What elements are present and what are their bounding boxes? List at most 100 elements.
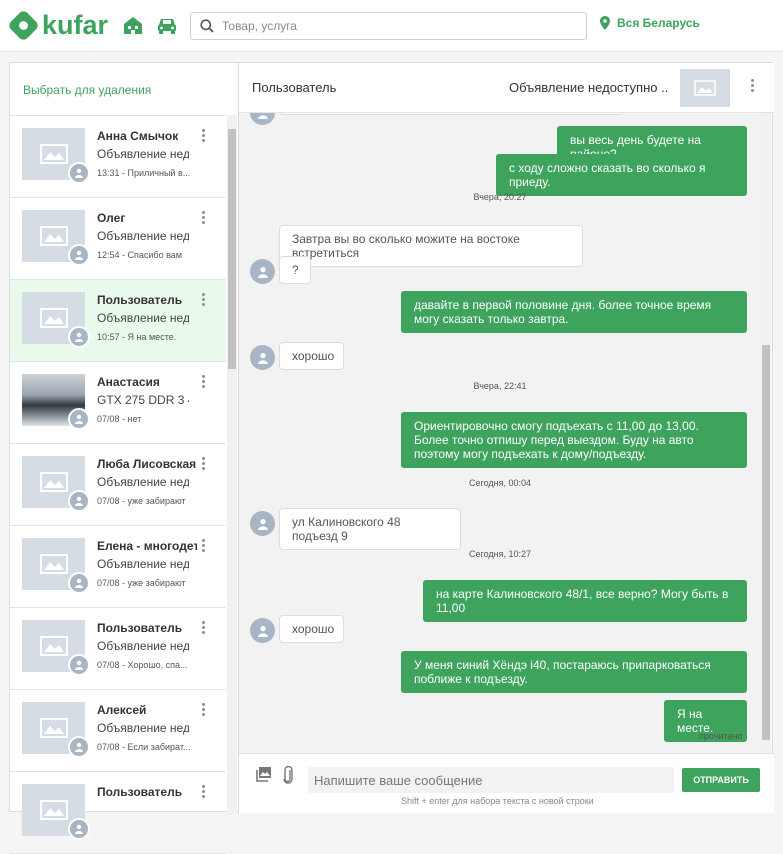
conversation-menu-icon[interactable] <box>202 703 206 718</box>
search-box[interactable] <box>190 12 587 40</box>
conversation-menu-icon[interactable] <box>202 539 206 554</box>
conversation-last-message: 13:31 - Приличный в... <box>97 168 191 178</box>
conversation-name: Олег <box>97 211 126 225</box>
message-input[interactable] <box>308 767 674 793</box>
conversation-menu-icon[interactable] <box>202 211 206 226</box>
conversation-last-message: 10:57 - Я на месте. <box>97 332 177 342</box>
paperclip-icon[interactable] <box>282 766 294 784</box>
chat-ad-title[interactable]: Объявление недоступно ... <box>509 80 669 95</box>
conversation-item[interactable]: Анастасия GTX 275 DDR 3 448 07/08 - нет <box>10 362 226 444</box>
conversation-last-message: 07/08 - нет <box>97 414 142 424</box>
conversation-name: Елена - многодетная <box>97 539 197 553</box>
incoming-message: ул Калиновского 48 подъезд 9 <box>279 508 461 550</box>
conversation-menu-icon[interactable] <box>202 785 206 800</box>
conversation-item[interactable]: Пользователь <box>10 772 226 854</box>
message-history: вы весь день будете на районе?с ходу сло… <box>239 113 761 753</box>
sidebar-scrollbar[interactable] <box>227 115 237 815</box>
conversation-name: Анастасия <box>97 375 160 389</box>
conversation-item[interactable]: Алексей Объявление недоступно 07/08 - Если… <box>10 690 226 772</box>
incoming-message: ? <box>279 256 311 284</box>
date-separator: Вчера, 20:27 <box>473 192 527 202</box>
conversation-ad-title: GTX 275 DDR 3 448 <box>97 393 189 407</box>
incoming-message <box>279 113 624 115</box>
conversation-name: Алексей <box>97 703 147 717</box>
user-avatar-icon <box>68 490 90 512</box>
conversation-item[interactable]: Люба Лисовская Объявление недоступно 07/08… <box>10 444 226 526</box>
conversation-item[interactable]: Пользователь Объявление недоступно 07/08 -… <box>10 608 226 690</box>
user-avatar-icon <box>68 818 90 840</box>
conversation-menu-icon[interactable] <box>202 129 206 144</box>
conversation-last-message: 07/08 - Хорошо, спа... <box>97 660 188 670</box>
incoming-message: хорошо <box>279 615 344 643</box>
conversation-item[interactable]: Олег Объявление недоступно 12:54 - Спасибо… <box>10 198 226 280</box>
image-placeholder-icon <box>39 472 68 492</box>
incoming-message: хорошо <box>279 342 344 370</box>
chat-scrollbar[interactable] <box>761 113 771 753</box>
conversation-last-message: 07/08 - уже забирают <box>97 496 186 506</box>
date-separator: Сегодня, 00:04 <box>468 478 531 488</box>
chat-menu-icon[interactable] <box>751 79 755 94</box>
sidebar-scrollbar-thumb[interactable] <box>228 129 236 369</box>
search-input[interactable] <box>222 17 572 35</box>
conversation-item[interactable]: Елена - многодетная Объявление недоступно… <box>10 526 226 608</box>
conversation-name: Пользователь <box>97 621 183 635</box>
realty-icon[interactable] <box>122 15 144 35</box>
kufar-logo[interactable]: kufar <box>7 8 109 42</box>
user-avatar-icon <box>250 511 275 536</box>
conversation-list: Анна Смычок Объявление недоступно 13:31 - … <box>10 115 226 854</box>
image-placeholder-icon <box>39 144 68 164</box>
user-avatar-icon <box>250 345 275 370</box>
search-icon[interactable] <box>200 19 214 33</box>
outgoing-message: на карте Калиновского 48/1, все верно? М… <box>423 580 747 622</box>
user-avatar-icon <box>250 259 275 284</box>
conversation-item[interactable]: Пользователь Объявление недоступно 10:57 -… <box>10 280 226 362</box>
outgoing-message: Ориентировочно смогу подъехать с 11,00 д… <box>401 412 747 468</box>
location-selector[interactable]: Вся Беларусь <box>600 16 700 30</box>
conversation-last-message: 07/08 - уже забирают <box>97 578 186 588</box>
conversation-ad-title: Объявление недоступно <box>97 311 189 325</box>
image-placeholder-icon <box>39 718 68 738</box>
car-icon[interactable] <box>156 15 178 35</box>
chat-header: Пользователь Объявление недоступно ... <box>239 63 774 113</box>
messages-panel: Выбрать для удаления Анна Смычок Объявлен… <box>9 62 774 854</box>
conversation-menu-icon[interactable] <box>202 293 206 308</box>
user-avatar-icon <box>68 162 90 184</box>
conversation-menu-icon[interactable] <box>202 457 206 472</box>
image-placeholder-icon <box>39 554 68 574</box>
select-for-delete-link[interactable]: Выбрать для удаления <box>23 83 151 97</box>
conversation-ad-title: Объявление недоступно <box>97 229 189 243</box>
ad-thumbnail[interactable] <box>680 69 730 107</box>
logo-mark-icon <box>7 8 40 42</box>
location-label: Вся Беларусь <box>617 16 700 30</box>
incoming-message: Завтра вы во сколько можите на востоке в… <box>279 225 583 267</box>
user-avatar-icon <box>68 736 90 758</box>
conversation-menu-icon[interactable] <box>202 621 206 636</box>
chat-scrollbar-thumb[interactable] <box>762 345 770 740</box>
conversation-name: Пользователь <box>97 293 183 307</box>
conversation-item[interactable]: Анна Смычок Объявление недоступно 13:31 - … <box>10 116 226 198</box>
user-avatar-icon <box>68 572 90 594</box>
conversation-ad-title: Объявление недоступно <box>97 721 189 735</box>
chat-area: Пользователь Объявление недоступно ... в… <box>239 63 774 813</box>
image-placeholder-icon <box>39 636 68 656</box>
date-separator: Вчера, 22:41 <box>473 381 527 391</box>
location-pin-icon <box>600 16 610 30</box>
image-placeholder-icon <box>39 308 68 328</box>
conversation-ad-title: Объявление недоступно <box>97 475 189 489</box>
user-avatar-icon <box>250 618 275 643</box>
user-avatar-icon <box>68 244 90 266</box>
outgoing-message: давайте в первой половине дня. более точ… <box>401 291 747 333</box>
user-avatar-icon <box>68 326 90 348</box>
image-attach-icon[interactable] <box>256 766 272 782</box>
image-placeholder-icon <box>39 226 68 246</box>
send-button[interactable]: ОТПРАВИТЬ <box>682 768 760 792</box>
conversation-last-message: 07/08 - Если забират... <box>97 742 191 752</box>
user-avatar-icon <box>68 654 90 676</box>
conversation-menu-icon[interactable] <box>202 375 206 390</box>
chat-user-name[interactable]: Пользователь <box>252 80 336 95</box>
conversation-name: Анна Смычок <box>97 129 179 143</box>
conversation-ad-title: Объявление недоступно <box>97 147 189 161</box>
conversation-last-message: 12:54 - Спасибо вам <box>97 250 182 260</box>
user-avatar-icon <box>68 408 90 430</box>
logo-text: kufar <box>42 10 109 40</box>
